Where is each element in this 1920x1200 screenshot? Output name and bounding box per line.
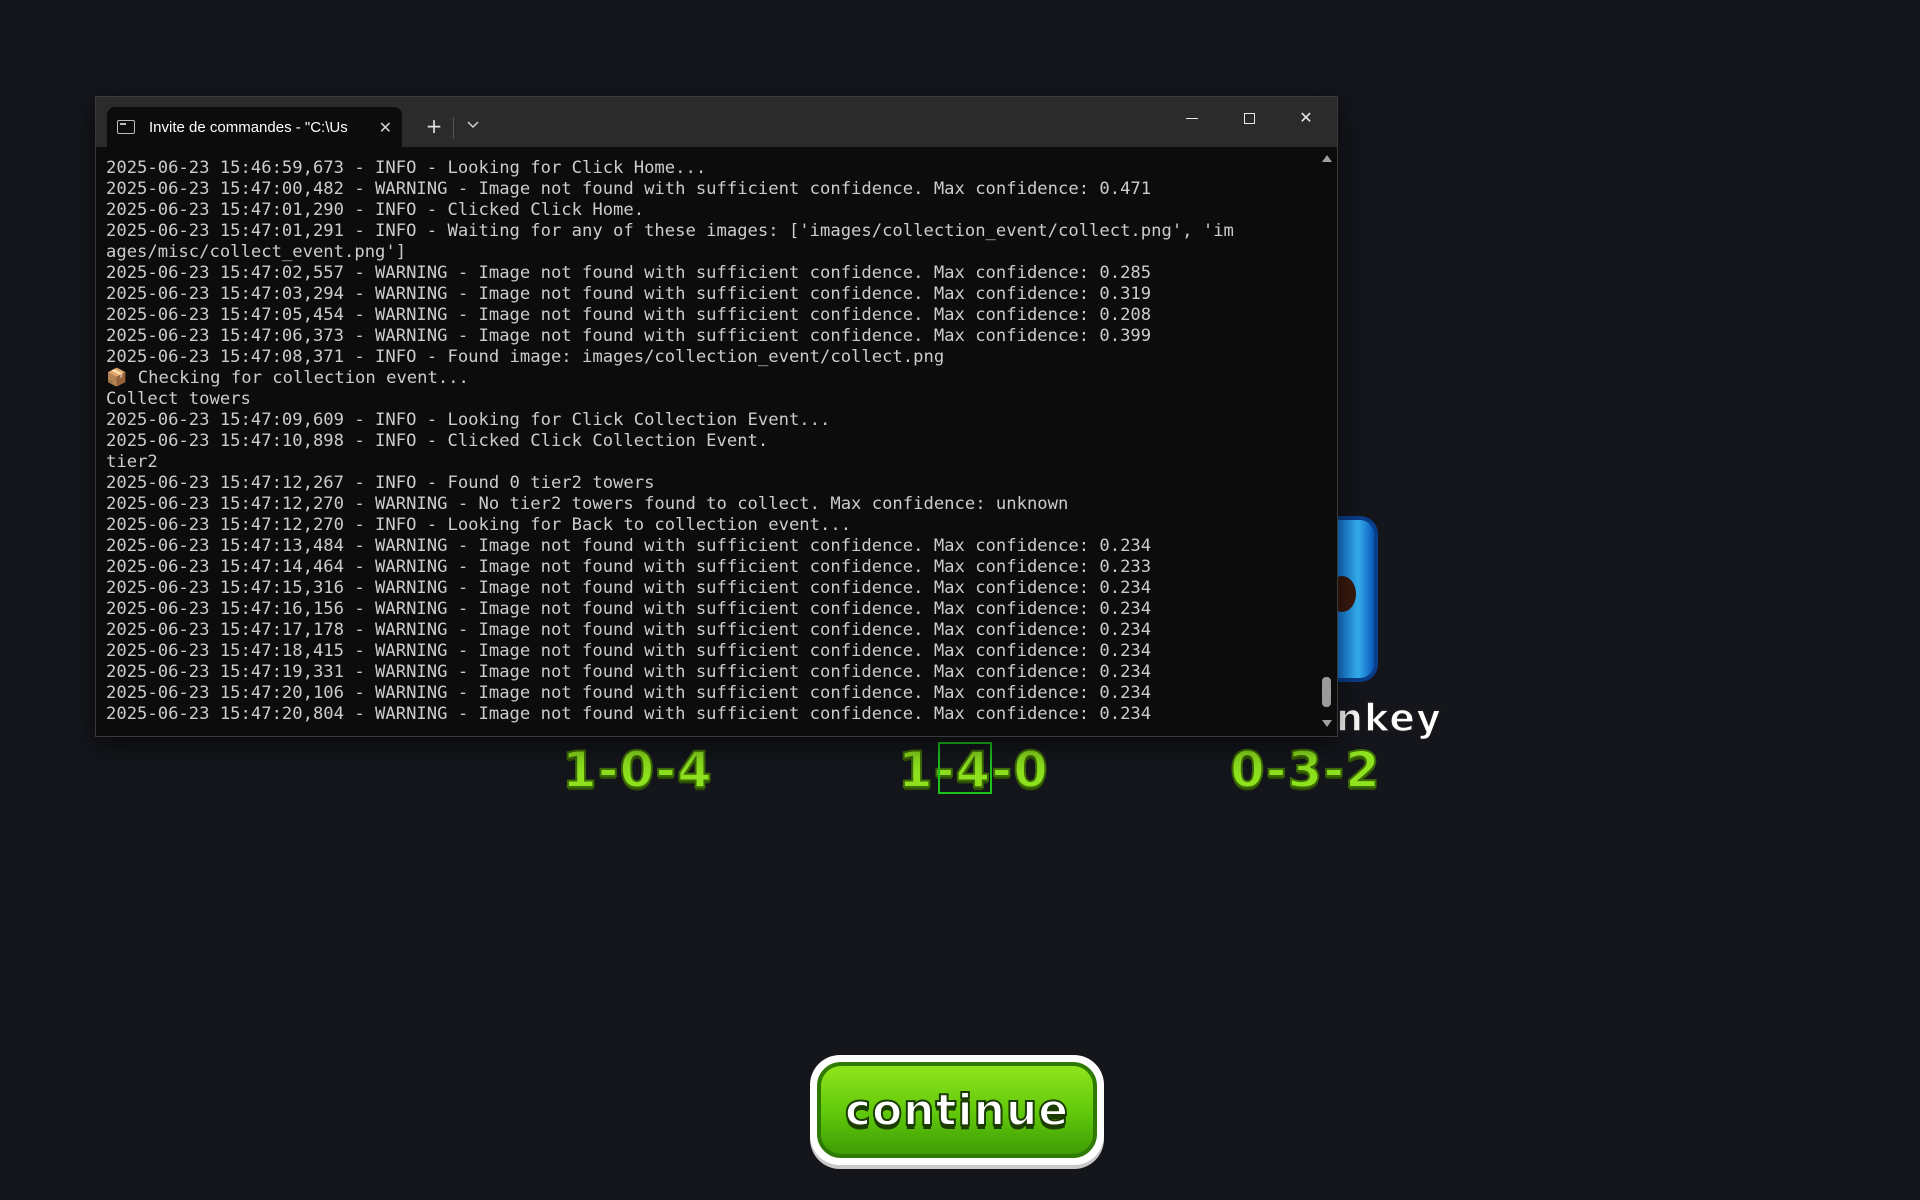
minimize-icon (1186, 118, 1198, 119)
continue-button[interactable]: continue (810, 1055, 1104, 1165)
console-line: 2025-06-23 15:47:09,609 - INFO - Looking… (106, 410, 831, 430)
console-line: 2025-06-23 15:47:12,267 - INFO - Found 0… (106, 473, 655, 493)
chevron-down-icon (467, 121, 479, 129)
console-line: 2025-06-23 15:46:59,673 - INFO - Looking… (106, 158, 707, 178)
detection-highlight-box (938, 742, 992, 794)
terminal-window: Invite de commandes - "C:\Us ✕ + ✕ 2025-… (95, 96, 1338, 737)
maximize-button[interactable] (1226, 103, 1272, 133)
console-line: 2025-06-23 15:47:08,371 - INFO - Found i… (106, 347, 945, 367)
scroll-down-icon[interactable] (1322, 720, 1332, 727)
console-line: 2025-06-23 15:47:01,290 - INFO - Clicked… (106, 200, 645, 220)
scroll-up-icon[interactable] (1322, 155, 1332, 162)
console-line: 2025-06-23 15:47:19,331 - WARNING - Imag… (106, 662, 1152, 682)
upgrade-path-right[interactable]: 0-3-2 (1229, 738, 1381, 802)
console-line: 2025-06-23 15:47:12,270 - WARNING - No t… (106, 494, 1069, 514)
scrollbar-thumb[interactable] (1322, 677, 1331, 707)
close-window-button[interactable]: ✕ (1283, 103, 1329, 133)
terminal-tab[interactable]: Invite de commandes - "C:\Us ✕ (107, 107, 402, 147)
console-line: 2025-06-23 15:47:13,484 - WARNING - Imag… (106, 536, 1152, 556)
monkey-name-label: nkey (1335, 695, 1442, 741)
console-line: tier2 (106, 452, 158, 472)
console-line: 2025-06-23 15:47:06,373 - WARNING - Imag… (106, 326, 1152, 346)
console-line: 2025-06-23 15:47:00,482 - WARNING - Imag… (106, 179, 1152, 199)
minimize-button[interactable] (1169, 103, 1215, 133)
console-line: 2025-06-23 15:47:03,294 - WARNING - Imag… (106, 284, 1152, 304)
console-line: 2025-06-23 15:47:01,291 - INFO - Waiting… (106, 221, 1234, 241)
tab-dropdown-button[interactable] (458, 111, 488, 141)
console-line: Collect towers (106, 389, 251, 409)
console-icon (117, 120, 135, 134)
console-line: 2025-06-23 15:47:16,156 - WARNING - Imag… (106, 599, 1152, 619)
console-line: 📦 Checking for collection event... (106, 368, 469, 388)
console-line: 2025-06-23 15:47:17,178 - WARNING - Imag… (106, 620, 1152, 640)
console-line: 2025-06-23 15:47:05,454 - WARNING - Imag… (106, 305, 1152, 325)
console-line: 2025-06-23 15:47:02,557 - WARNING - Imag… (106, 263, 1152, 283)
close-tab-icon[interactable]: ✕ (379, 118, 392, 137)
monkey-card[interactable] (1328, 516, 1378, 682)
console-output[interactable]: 2025-06-23 15:46:59,673 - INFO - Looking… (106, 158, 1316, 728)
upgrade-path-left[interactable]: 1-0-4 (561, 738, 713, 802)
title-bar[interactable]: Invite de commandes - "C:\Us ✕ + ✕ (96, 97, 1337, 147)
console-line: 2025-06-23 15:47:12,270 - INFO - Looking… (106, 515, 852, 535)
divider (453, 117, 454, 139)
console-line: ages/misc/collect_event.png'] (106, 242, 407, 262)
scrollbar[interactable] (1320, 155, 1334, 735)
console-line: 2025-06-23 15:47:20,106 - WARNING - Imag… (106, 683, 1152, 703)
console-line: 2025-06-23 15:47:10,898 - INFO - Clicked… (106, 431, 769, 451)
new-tab-button[interactable]: + (418, 111, 450, 141)
console-line: 2025-06-23 15:47:14,464 - WARNING - Imag… (106, 557, 1152, 577)
maximize-icon (1243, 113, 1255, 124)
console-line: 2025-06-23 15:47:20,804 - WARNING - Imag… (106, 704, 1152, 724)
tab-title: Invite de commandes - "C:\Us (149, 118, 348, 136)
continue-button-label: continue (817, 1062, 1097, 1158)
console-line: 2025-06-23 15:47:15,316 - WARNING - Imag… (106, 578, 1152, 598)
console-line: 2025-06-23 15:47:18,415 - WARNING - Imag… (106, 641, 1152, 661)
